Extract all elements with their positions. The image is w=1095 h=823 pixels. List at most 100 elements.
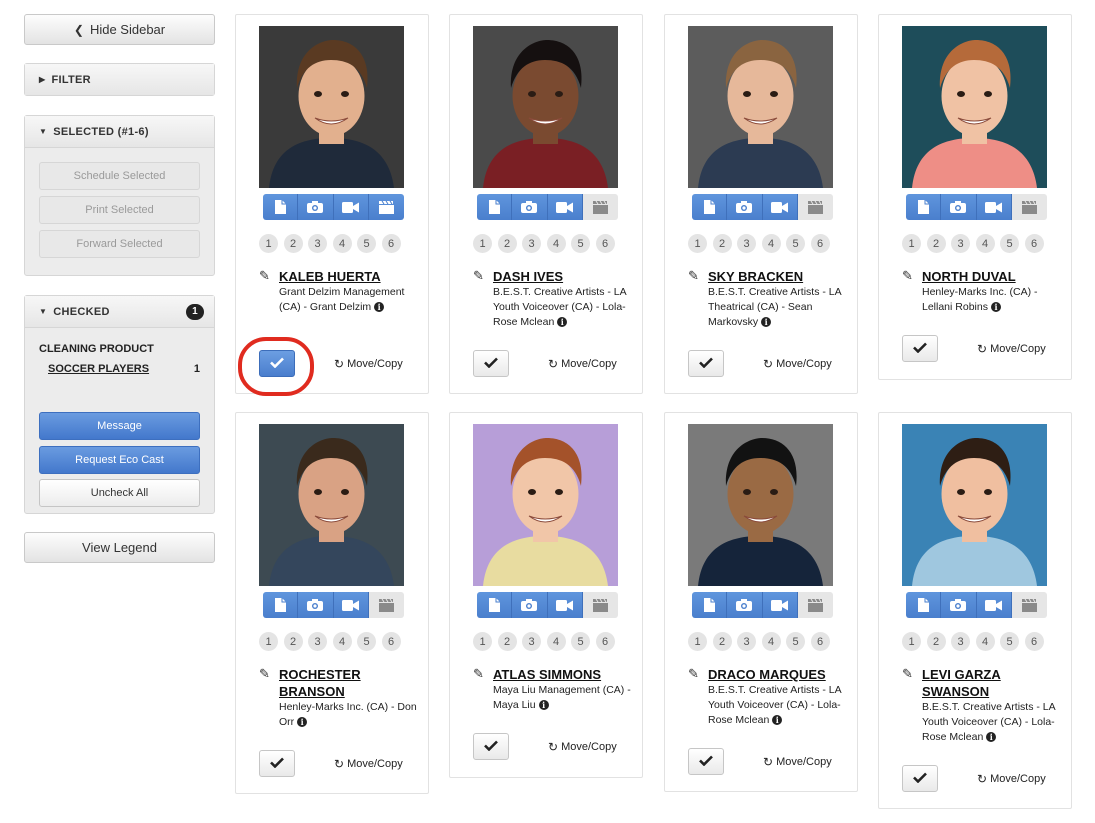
- schedule-selected-button[interactable]: Schedule Selected: [39, 162, 200, 190]
- rating-number-2[interactable]: 2: [712, 234, 732, 253]
- info-icon[interactable]: i: [297, 717, 308, 728]
- check-button[interactable]: [473, 350, 509, 377]
- video-media-button[interactable]: [333, 592, 369, 618]
- message-button[interactable]: Message: [39, 412, 200, 440]
- headshot-photo[interactable]: [259, 26, 404, 188]
- talent-name[interactable]: LEVI GARZA SWANSON: [922, 666, 1062, 700]
- check-button[interactable]: [259, 350, 295, 377]
- rating-number-4[interactable]: 4: [761, 234, 781, 253]
- video-media-button[interactable]: [762, 592, 798, 618]
- headshot-photo[interactable]: [902, 26, 1047, 188]
- clapper-media-button[interactable]: [1011, 194, 1047, 220]
- info-icon[interactable]: i: [374, 302, 385, 313]
- rating-number-4[interactable]: 4: [975, 234, 995, 253]
- file-media-button[interactable]: [906, 592, 942, 618]
- pencil-icon[interactable]: ✎: [902, 666, 913, 682]
- rating-number-1[interactable]: 1: [473, 234, 492, 253]
- print-selected-button[interactable]: Print Selected: [39, 196, 200, 224]
- video-media-button[interactable]: [547, 194, 583, 220]
- rating-number-6[interactable]: 6: [381, 234, 401, 253]
- rating-number-6[interactable]: 6: [810, 234, 830, 253]
- camera-media-button[interactable]: [941, 592, 977, 618]
- move-copy-link[interactable]: ↻ Move/Copy: [548, 740, 617, 754]
- rating-number-4[interactable]: 4: [546, 632, 566, 651]
- rating-number-2[interactable]: 2: [497, 234, 517, 253]
- rating-number-1[interactable]: 1: [259, 234, 278, 253]
- rating-number-1[interactable]: 1: [902, 632, 921, 651]
- headshot-photo[interactable]: [473, 424, 618, 586]
- file-media-button[interactable]: [906, 194, 942, 220]
- rating-number-1[interactable]: 1: [473, 632, 492, 651]
- camera-media-button[interactable]: [941, 194, 977, 220]
- rating-number-5[interactable]: 5: [786, 234, 805, 253]
- info-icon[interactable]: i: [990, 302, 1001, 313]
- info-icon[interactable]: i: [538, 700, 549, 711]
- check-button[interactable]: [902, 335, 938, 362]
- pencil-icon[interactable]: ✎: [473, 268, 484, 284]
- request-eco-cast-button[interactable]: Request Eco Cast: [39, 446, 200, 474]
- video-media-button[interactable]: [333, 194, 369, 220]
- rating-number-5[interactable]: 5: [1000, 632, 1019, 651]
- rating-number-1[interactable]: 1: [259, 632, 278, 651]
- headshot-photo[interactable]: [688, 424, 833, 586]
- rating-number-4[interactable]: 4: [761, 632, 781, 651]
- clapper-media-button[interactable]: [368, 194, 404, 220]
- view-legend-button[interactable]: View Legend: [24, 532, 215, 563]
- rating-number-2[interactable]: 2: [926, 632, 946, 651]
- rating-number-6[interactable]: 6: [381, 632, 401, 651]
- video-media-button[interactable]: [976, 592, 1012, 618]
- rating-number-2[interactable]: 2: [926, 234, 946, 253]
- rating-number-3[interactable]: 3: [522, 234, 541, 253]
- rating-number-5[interactable]: 5: [1000, 234, 1019, 253]
- pencil-icon[interactable]: ✎: [688, 268, 699, 284]
- rating-number-2[interactable]: 2: [497, 632, 517, 651]
- info-icon[interactable]: i: [761, 317, 772, 328]
- rating-number-6[interactable]: 6: [1024, 632, 1044, 651]
- pencil-icon[interactable]: ✎: [688, 666, 699, 682]
- rating-number-5[interactable]: 5: [357, 234, 376, 253]
- camera-media-button[interactable]: [298, 592, 334, 618]
- checked-toggle[interactable]: ▼ CHECKED 1: [25, 296, 214, 327]
- check-button[interactable]: [473, 733, 509, 760]
- headshot-photo[interactable]: [902, 424, 1047, 586]
- rating-number-2[interactable]: 2: [712, 632, 732, 651]
- move-copy-link[interactable]: ↻ Move/Copy: [763, 755, 832, 769]
- rating-number-2[interactable]: 2: [283, 632, 303, 651]
- video-media-button[interactable]: [976, 194, 1012, 220]
- file-media-button[interactable]: [263, 194, 299, 220]
- check-button[interactable]: [688, 350, 724, 377]
- clapper-media-button[interactable]: [582, 194, 618, 220]
- rating-number-3[interactable]: 3: [737, 234, 756, 253]
- clapper-media-button[interactable]: [797, 592, 833, 618]
- check-button[interactable]: [688, 748, 724, 775]
- camera-media-button[interactable]: [512, 592, 548, 618]
- talent-name[interactable]: DRACO MARQUES: [708, 666, 848, 683]
- file-media-button[interactable]: [692, 194, 728, 220]
- headshot-photo[interactable]: [259, 424, 404, 586]
- rating-number-3[interactable]: 3: [951, 234, 970, 253]
- hide-sidebar-button[interactable]: ❮ Hide Sidebar: [24, 14, 215, 45]
- selected-toggle[interactable]: ▼ SELECTED (#1-6): [25, 116, 214, 147]
- rating-number-1[interactable]: 1: [688, 234, 707, 253]
- rating-number-5[interactable]: 5: [571, 632, 590, 651]
- headshot-photo[interactable]: [473, 26, 618, 188]
- rating-number-1[interactable]: 1: [902, 234, 921, 253]
- rating-number-6[interactable]: 6: [595, 632, 615, 651]
- clapper-media-button[interactable]: [797, 194, 833, 220]
- check-button[interactable]: [259, 750, 295, 777]
- rating-number-3[interactable]: 3: [951, 632, 970, 651]
- rating-number-2[interactable]: 2: [283, 234, 303, 253]
- rating-number-6[interactable]: 6: [810, 632, 830, 651]
- file-media-button[interactable]: [477, 592, 513, 618]
- video-media-button[interactable]: [547, 592, 583, 618]
- pencil-icon[interactable]: ✎: [259, 666, 270, 682]
- pencil-icon[interactable]: ✎: [473, 666, 484, 682]
- talent-name[interactable]: DASH IVES: [493, 268, 633, 285]
- check-button[interactable]: [902, 765, 938, 792]
- talent-name[interactable]: SKY BRACKEN: [708, 268, 848, 285]
- talent-name[interactable]: ROCHESTER BRANSON: [279, 666, 419, 700]
- rating-number-1[interactable]: 1: [688, 632, 707, 651]
- clapper-media-button[interactable]: [368, 592, 404, 618]
- uncheck-all-button[interactable]: Uncheck All: [39, 479, 200, 507]
- clapper-media-button[interactable]: [1011, 592, 1047, 618]
